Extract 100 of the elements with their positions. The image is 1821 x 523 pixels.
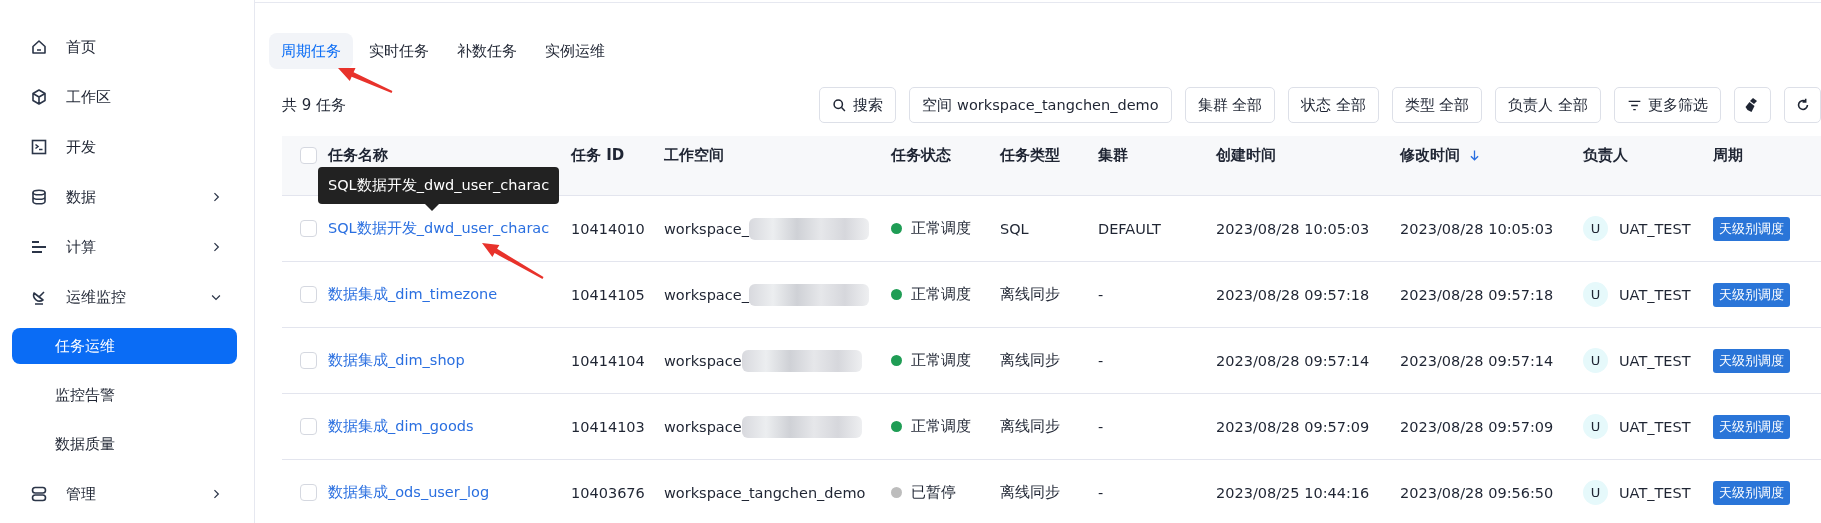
table-cell-text: 2023/08/28 09:57:18 xyxy=(1400,286,1555,303)
column-header: 负责人 xyxy=(1583,146,1628,165)
satellite-dish-icon xyxy=(30,288,48,306)
table-cell-text: 10403676 xyxy=(571,484,646,501)
table-cell-text: 10414105 xyxy=(571,286,646,303)
avatar: U xyxy=(1583,480,1608,505)
sidebar-item[interactable]: 数据质量 xyxy=(12,420,237,469)
sidebar-item[interactable]: 首页 xyxy=(12,22,237,72)
sidebar-item[interactable]: 监控告警 xyxy=(12,371,237,420)
filter-dropdown[interactable]: 状态 全部 xyxy=(1288,87,1379,123)
table-cell-text: 离线同步 xyxy=(1000,483,1061,502)
table-cell-text: 2023/08/28 09:56:50 xyxy=(1400,484,1555,501)
column-header: 周期 xyxy=(1713,146,1743,165)
annotation-arrow xyxy=(338,68,393,93)
owner-name: UAT_TEST xyxy=(1619,484,1691,501)
clear-button[interactable] xyxy=(1734,87,1771,123)
table-cell-text: 2023/08/28 09:57:09 xyxy=(1400,418,1555,435)
table-cell-text: - xyxy=(1098,352,1105,369)
table-cell-text: 2023/08/28 10:05:03 xyxy=(1400,220,1555,237)
checkbox[interactable] xyxy=(300,484,317,501)
table-cell-text: 2023/08/28 10:05:03 xyxy=(1216,220,1371,237)
period-tag: 天级别调度 xyxy=(1713,480,1790,505)
owner-name: UAT_TEST xyxy=(1619,418,1691,435)
period-tag: 天级别调度 xyxy=(1713,216,1790,241)
filter-dropdown[interactable]: 负责人 全部 xyxy=(1495,87,1601,123)
checkbox[interactable] xyxy=(300,418,317,435)
table-cell: workspace xyxy=(664,418,742,435)
filter-dropdown[interactable]: 类型 全部 xyxy=(1391,87,1483,123)
status-text: 正常调度 xyxy=(911,417,971,436)
checkbox[interactable] xyxy=(300,147,317,164)
task-name-link[interactable]: SQL数据开发_dwd_user_charac xyxy=(328,219,571,238)
period-tag: 天级别调度 xyxy=(1713,414,1790,439)
owner-name: UAT_TEST xyxy=(1619,286,1691,303)
tooltip: SQL数据开发_dwd_user_charac xyxy=(318,167,560,204)
avatar: U xyxy=(1583,348,1608,373)
table-cell-text: - xyxy=(1098,418,1105,435)
status-text: 正常调度 xyxy=(911,219,971,238)
period-tag: 天级别调度 xyxy=(1713,348,1790,373)
tab[interactable]: 补数任务 xyxy=(445,33,529,69)
table-cell: workspace xyxy=(664,352,742,369)
table-cell: workspace_ xyxy=(664,220,749,237)
task-count: 共 9 任务 xyxy=(282,95,347,115)
search-icon xyxy=(832,97,848,113)
table-cell: workspace_tangchen_demo xyxy=(664,484,866,501)
database-icon xyxy=(30,188,48,206)
more-filters-button[interactable]: 更多筛选 xyxy=(1614,87,1721,123)
refresh-button[interactable] xyxy=(1784,87,1821,123)
status-text: 已暂停 xyxy=(911,483,956,502)
task-name-link[interactable]: 数据集成_dim_shop xyxy=(328,351,571,370)
avatar: U xyxy=(1583,216,1608,241)
column-header: 任务状态 xyxy=(891,146,951,165)
table-cell-text: 2023/08/28 09:57:14 xyxy=(1400,352,1555,369)
filter-dropdown[interactable]: 集群 全部 xyxy=(1184,87,1276,123)
table-cell-text: 10414103 xyxy=(571,418,646,435)
table-cell-text: 2023/08/28 09:57:18 xyxy=(1216,286,1371,303)
tooltip-pointer-icon xyxy=(425,204,439,211)
table-cell: workspace_ xyxy=(664,286,749,303)
task-name-link[interactable]: 数据集成_dim_timezone xyxy=(328,285,571,304)
filter-dropdown[interactable]: 空间 workspace_tangchen_demo xyxy=(909,87,1172,123)
sidebar-item[interactable]: 工作区 xyxy=(12,72,237,122)
sidebar-item[interactable]: 开发 xyxy=(12,122,237,172)
table-cell-text: 2023/08/28 09:57:14 xyxy=(1216,352,1371,369)
table-cell-text: - xyxy=(1098,286,1105,303)
task-name-link[interactable]: 数据集成_ods_user_log xyxy=(328,483,571,502)
sidebar-item[interactable]: 运维监控 xyxy=(12,272,237,322)
period-tag: 天级别调度 xyxy=(1713,282,1790,307)
status-text: 正常调度 xyxy=(911,285,971,304)
column-header: 工作空间 xyxy=(664,146,724,165)
search-button[interactable]: 搜索 xyxy=(819,87,897,123)
bars-icon xyxy=(30,238,48,256)
tab[interactable]: 周期任务 xyxy=(269,33,353,69)
tab[interactable]: 实时任务 xyxy=(357,33,441,69)
column-header: 任务名称 xyxy=(328,146,388,165)
table-cell-text: 离线同步 xyxy=(1000,285,1061,304)
sidebar-item[interactable]: 管理 xyxy=(12,469,237,519)
checkbox[interactable] xyxy=(300,220,317,237)
avatar: U xyxy=(1583,414,1608,439)
checkbox[interactable] xyxy=(300,286,317,303)
tab[interactable]: 实例运维 xyxy=(533,33,617,69)
annotation-arrow xyxy=(482,243,544,279)
owner-name: UAT_TEST xyxy=(1619,352,1691,369)
checkbox[interactable] xyxy=(300,352,317,369)
column-header: 修改时间 xyxy=(1400,146,1460,165)
sidebar-item[interactable]: 任务运维 xyxy=(12,328,237,364)
table-cell-text: - xyxy=(1098,484,1105,501)
task-name-link[interactable]: 数据集成_dim_goods xyxy=(328,417,571,436)
terminal-icon xyxy=(30,138,48,156)
table-cell-text: 10414104 xyxy=(571,352,646,369)
table-cell-text: SQL xyxy=(1000,220,1030,237)
avatar: U xyxy=(1583,282,1608,307)
column-header: 任务类型 xyxy=(1000,146,1060,165)
column-header: 集群 xyxy=(1098,146,1128,165)
status-text: 正常调度 xyxy=(911,351,971,370)
sidebar-item[interactable]: 计算 xyxy=(12,222,237,272)
home-icon xyxy=(30,38,48,56)
table-cell-text: 离线同步 xyxy=(1000,351,1061,370)
table-cell-text: 2023/08/25 10:44:16 xyxy=(1216,484,1371,501)
cube-icon xyxy=(30,88,48,106)
table-cell-text: DEFAULT xyxy=(1098,220,1162,237)
sidebar-item[interactable]: 数据 xyxy=(12,172,237,222)
